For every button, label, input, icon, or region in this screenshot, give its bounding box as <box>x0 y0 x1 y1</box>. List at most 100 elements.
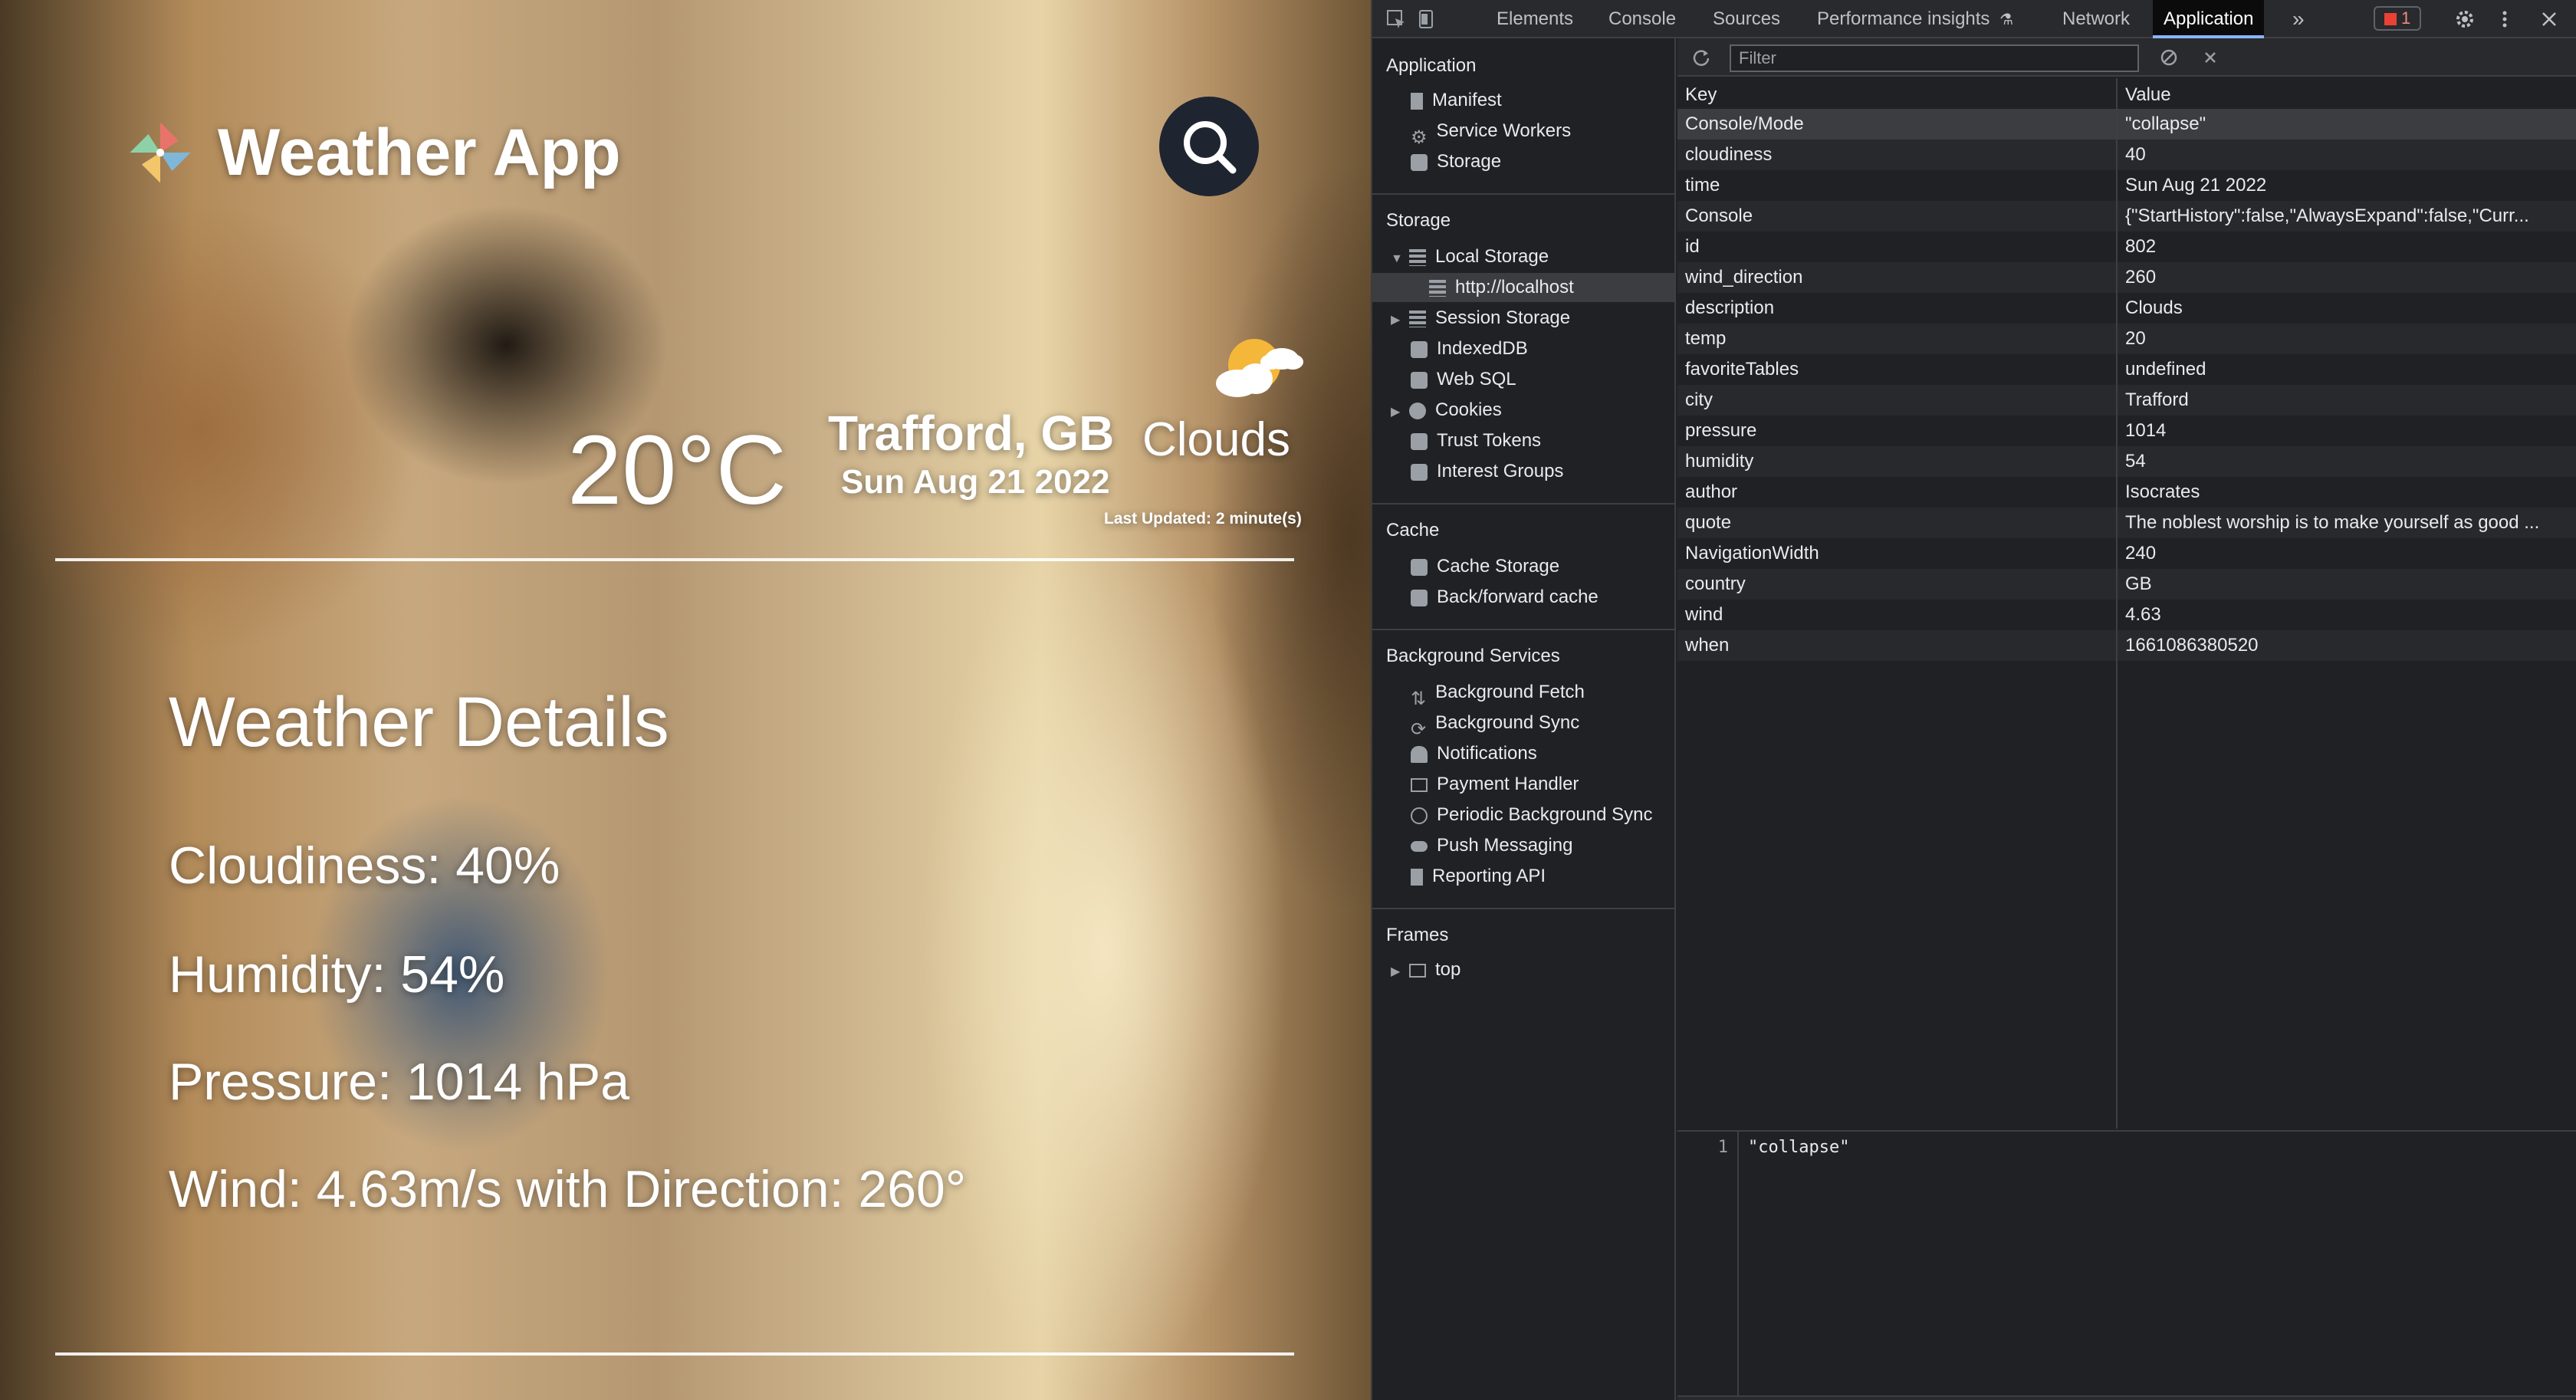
row-value: {"StartHistory":false,"AlwaysExpand":fal… <box>2125 205 2529 226</box>
detail-humidity: Humidity: 54% <box>169 945 505 1004</box>
table-row[interactable]: author Isocrates <box>1677 477 2576 508</box>
row-key: description <box>1685 297 1775 318</box>
error-count-badge[interactable]: 1 <box>2374 6 2422 31</box>
tab-performance-insights[interactable]: Performance insights ⚗ <box>1817 0 2013 38</box>
divider-top <box>55 558 1294 561</box>
table-row[interactable]: wind_direction 260 <box>1677 262 2576 293</box>
row-key: NavigationWidth <box>1685 543 1819 564</box>
tab-network[interactable]: Network <box>2062 0 2130 38</box>
table-row[interactable]: cloudiness 40 <box>1677 140 2576 170</box>
sidebar-item-session-storage[interactable]: ▶ Session Storage <box>1391 304 1570 333</box>
settings-gear-icon[interactable] <box>2455 9 2475 29</box>
table-row[interactable]: Console/Mode "collapse" <box>1677 109 2576 140</box>
sidebar-item-local-storage[interactable]: ▼ Local Storage <box>1391 242 1549 271</box>
sidebar-item-manifest[interactable]: Manifest <box>1411 86 1502 115</box>
section-frames: Frames <box>1386 925 1449 945</box>
weather-description: Clouds <box>1142 413 1290 466</box>
value-preview-pane: 1 "collapse" <box>1677 1130 2576 1400</box>
sidebar-item-service-workers[interactable]: ⚙ Service Workers <box>1411 117 1571 148</box>
sidebar-item-push-messaging[interactable]: Push Messaging <box>1411 831 1572 860</box>
table-icon <box>1409 310 1426 327</box>
kebab-menu-icon[interactable] <box>2495 9 2515 29</box>
sidebar-item-back-forward-cache[interactable]: Back/forward cache <box>1411 583 1598 612</box>
table-row[interactable]: city Trafford <box>1677 385 2576 416</box>
collapsed-arrow-icon: ▶ <box>1391 314 1401 327</box>
status-bar <box>1677 1395 2576 1400</box>
sidebar-label: Web SQL <box>1437 369 1516 389</box>
sidebar-item-trust-tokens[interactable]: Trust Tokens <box>1411 426 1541 455</box>
sidebar-label: Storage <box>1437 151 1502 172</box>
sidebar-item-cookies[interactable]: ▶ Cookies <box>1391 396 1502 425</box>
flask-icon: ⚗ <box>1999 12 2014 28</box>
device-toolbar-icon[interactable] <box>1417 9 1437 29</box>
sidebar-item-payment-handler[interactable]: Payment Handler <box>1411 770 1579 799</box>
row-value: 260 <box>2125 267 2157 288</box>
sidebar-item-cache-storage[interactable]: Cache Storage <box>1411 552 1559 581</box>
sidebar-divider <box>1372 629 1676 630</box>
delete-selected-icon[interactable] <box>2200 48 2220 67</box>
table-row[interactable]: id 802 <box>1677 232 2576 262</box>
credit-card-icon <box>1411 777 1428 792</box>
section-background-services: Background Services <box>1386 646 1560 666</box>
sidebar-item-background-sync[interactable]: ⟳ Background Sync <box>1411 708 1579 740</box>
row-value: 1014 <box>2125 420 2167 441</box>
key-value-table: Key Value Console/Mode "collapse" cloudine… <box>1677 78 2576 1129</box>
sidebar-label: Push Messaging <box>1437 835 1573 856</box>
sidebar-item-storage[interactable]: Storage <box>1411 147 1501 176</box>
table-row[interactable]: favoriteTables undefined <box>1677 354 2576 385</box>
table-row[interactable]: Console {"StartHistory":false,"AlwaysExpa… <box>1677 201 2576 232</box>
sidebar-item-web-sql[interactable]: Web SQL <box>1411 365 1516 394</box>
inspect-element-icon[interactable] <box>1386 9 1406 29</box>
tab-console[interactable]: Console <box>1608 0 1676 38</box>
sidebar-label: Periodic Background Sync <box>1437 804 1653 825</box>
close-devtools-icon[interactable] <box>2539 9 2559 29</box>
sidebar-label: Session Storage <box>1435 307 1571 328</box>
app-title: Weather App <box>218 116 621 189</box>
table-row[interactable]: pressure 1014 <box>1677 416 2576 446</box>
row-key: country <box>1685 573 1746 594</box>
row-value: Trafford <box>2125 389 2189 410</box>
clear-all-icon[interactable] <box>2159 48 2179 67</box>
pinwheel-logo-icon <box>130 122 191 183</box>
database-icon <box>1411 153 1428 171</box>
sidebar-item-periodic-background-sync[interactable]: Periodic Background Sync <box>1411 800 1652 830</box>
devtools-tabbar: Elements Console Sources Performance ins… <box>1372 0 2576 38</box>
sidebar-item-indexeddb[interactable]: IndexedDB <box>1411 334 1528 363</box>
sidebar-item-localhost[interactable]: http://localhost <box>1372 273 1674 302</box>
column-header-key[interactable]: Key <box>1685 81 1717 109</box>
table-row[interactable]: country GB <box>1677 569 2576 600</box>
tab-sources[interactable]: Sources <box>1713 0 1780 38</box>
row-value: 54 <box>2125 451 2146 472</box>
database-icon <box>1411 432 1428 450</box>
table-row[interactable]: humidity 54 <box>1677 446 2576 477</box>
sidebar-item-reporting-api[interactable]: Reporting API <box>1411 862 1546 891</box>
table-row[interactable]: wind 4.63 <box>1677 600 2576 630</box>
more-tabs-icon[interactable]: » <box>2292 0 2305 38</box>
table-row[interactable]: description Clouds <box>1677 293 2576 324</box>
application-sidebar: Application Manifest ⚙ Service Workers St… <box>1372 38 1676 1400</box>
refresh-icon[interactable] <box>1691 48 1711 67</box>
table-row[interactable]: NavigationWidth 240 <box>1677 538 2576 569</box>
row-key: when <box>1685 635 1730 656</box>
row-value: 240 <box>2125 543 2157 564</box>
sidebar-item-notifications[interactable]: Notifications <box>1411 739 1537 768</box>
column-header-value[interactable]: Value <box>2125 81 2171 109</box>
table-row[interactable]: temp 20 <box>1677 324 2576 354</box>
search-button[interactable] <box>1159 97 1259 196</box>
sidebar-item-frame-top[interactable]: ▶ top <box>1391 955 1460 984</box>
database-icon <box>1411 558 1428 576</box>
sidebar-item-interest-groups[interactable]: Interest Groups <box>1411 457 1563 486</box>
sidebar-label: http://localhost <box>1455 277 1574 297</box>
search-icon <box>1184 121 1237 174</box>
table-row[interactable]: when 1661086380520 <box>1677 630 2576 661</box>
clock-icon <box>1411 807 1428 824</box>
expanded-arrow-icon: ▼ <box>1391 252 1403 265</box>
tab-elements[interactable]: Elements <box>1497 0 1573 38</box>
cookie-icon <box>1409 402 1426 419</box>
table-row[interactable]: quote The noblest worship is to make your… <box>1677 508 2576 538</box>
filter-input[interactable] <box>1730 44 2139 72</box>
table-row[interactable]: time Sun Aug 21 2022 <box>1677 170 2576 201</box>
sidebar-item-background-fetch[interactable]: ⇅ Background Fetch <box>1411 678 1585 709</box>
tab-application[interactable]: Application <box>2153 0 2265 38</box>
sidebar-label: Notifications <box>1437 743 1537 764</box>
